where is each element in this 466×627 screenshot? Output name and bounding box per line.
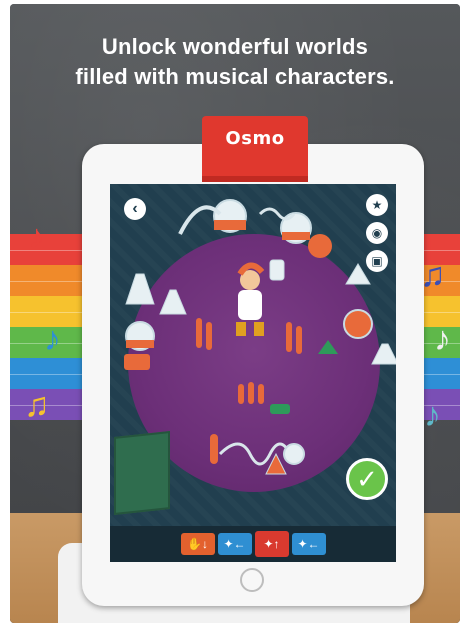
home-button[interactable] — [240, 568, 264, 592]
hand-down-icon: ✋↓ — [187, 537, 208, 551]
music-note-icon: ♫ — [24, 386, 50, 424]
music-note-icon: ♪ — [44, 320, 61, 358]
toolbar-hand-down[interactable]: ✋↓ — [180, 533, 215, 555]
toolbar-walk-left[interactable]: ✦← — [291, 533, 326, 555]
music-note-icon: ♪ — [28, 218, 45, 256]
liquid-icon — [214, 220, 246, 230]
osmo-reflector: Osmo — [202, 116, 308, 182]
green-mat — [114, 431, 170, 515]
flask-icon — [159, 289, 187, 315]
scientist-boot-icon — [236, 322, 246, 336]
headline-line-2: filled with musical characters. — [75, 64, 395, 89]
test-tube-icon — [296, 326, 302, 354]
flask-icon — [371, 343, 396, 365]
beaker-icon — [308, 234, 332, 258]
flask-icon — [343, 309, 373, 339]
back-arrow-icon: ‹ — [132, 200, 138, 217]
test-tube-icon — [258, 384, 264, 404]
command-toolbar: ✋↓ ✦← ✦↑ ✦← — [110, 526, 396, 562]
checkmark-icon: ✓ — [356, 463, 378, 494]
staff-band — [10, 358, 90, 389]
back-button[interactable]: ‹ — [124, 198, 146, 220]
check-button[interactable]: ✓ — [346, 458, 388, 500]
beaker-icon — [269, 259, 285, 281]
star-icon: ★ — [371, 198, 383, 212]
music-note-icon: ♪ — [434, 320, 451, 358]
toolbar-run-up[interactable]: ✦↑ — [254, 531, 289, 557]
staff-band — [10, 389, 90, 420]
music-note-icon: ♪ — [424, 396, 441, 434]
flask-icon — [283, 443, 305, 465]
test-tube-icon — [210, 434, 218, 464]
record-button[interactable]: ◉ — [366, 222, 388, 244]
green-flask-icon — [318, 340, 338, 354]
headline-line-1: Unlock wonderful worlds — [101, 34, 369, 59]
test-tube-icon — [286, 322, 292, 352]
headline: Unlock wonderful worlds filled with musi… — [10, 32, 460, 92]
test-tube-icon — [238, 384, 244, 404]
staff-band — [10, 265, 90, 296]
brand-logo: Osmo — [225, 128, 285, 149]
square-stop-icon: ▣ — [371, 254, 383, 268]
test-tube-icon — [248, 382, 254, 404]
record-icon: ◉ — [371, 226, 383, 240]
scientist-boot-icon — [254, 322, 264, 336]
staff-band — [10, 234, 90, 265]
flask-icon — [125, 273, 155, 305]
funnel-icon — [345, 263, 371, 285]
liquid-icon — [126, 340, 154, 348]
walk-left-icon: ✦← — [297, 537, 320, 551]
toolbar-walk-left[interactable]: ✦← — [217, 533, 252, 555]
walk-left-icon: ✦← — [223, 537, 246, 551]
app-store-screenshot: Unlock wonderful worlds filled with musi… — [10, 4, 460, 623]
test-tube-icon — [196, 318, 202, 348]
star-button[interactable]: ★ — [366, 194, 388, 216]
scientist-coat-icon — [238, 290, 262, 320]
test-tube-icon — [206, 322, 212, 350]
beaker-icon — [124, 354, 150, 370]
stop-button[interactable]: ▣ — [366, 250, 388, 272]
run-up-icon: ✦↑ — [263, 537, 280, 551]
scale-icon — [270, 404, 290, 414]
liquid-icon — [282, 232, 310, 240]
game-screen: ‹ ★ ◉ ▣ ✓ ✋↓ ✦← ✦↑ ✦← — [110, 184, 396, 562]
